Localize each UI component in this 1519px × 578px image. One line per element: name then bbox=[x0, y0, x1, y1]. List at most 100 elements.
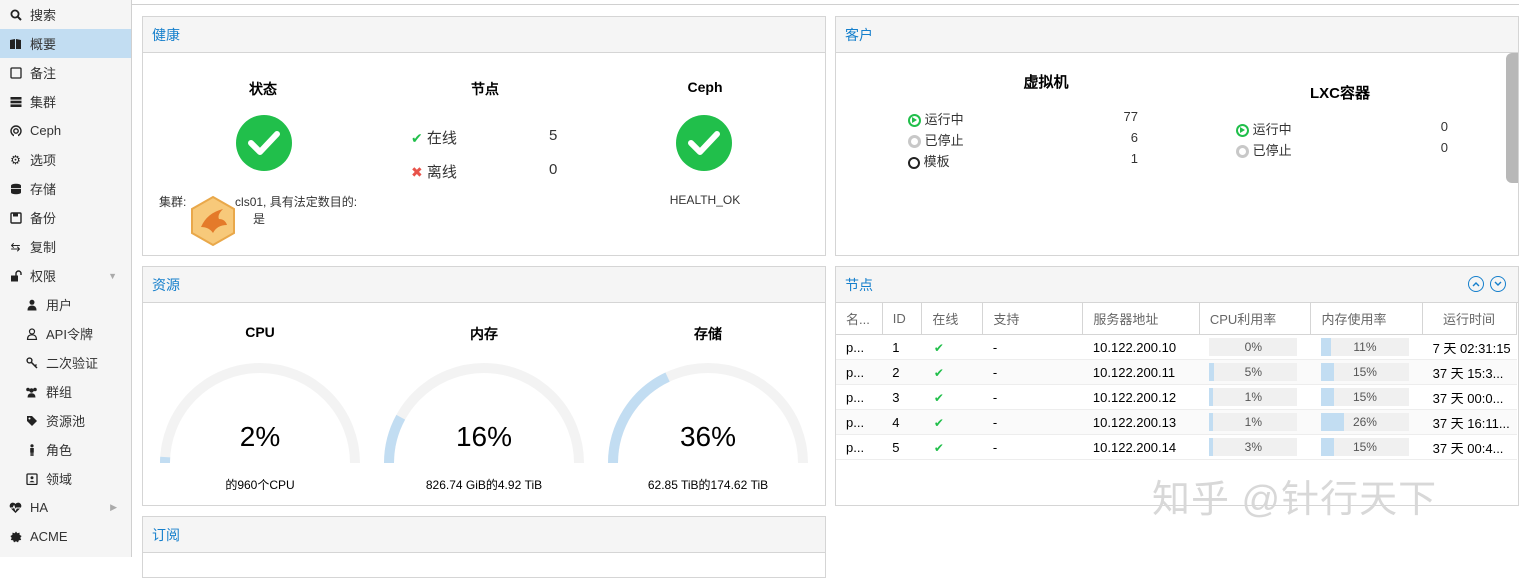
column-header[interactable]: 支持 bbox=[982, 303, 1084, 335]
online-cell: ✔ bbox=[921, 409, 983, 435]
tags-icon bbox=[25, 414, 38, 427]
ceph-heading: Ceph bbox=[687, 79, 723, 95]
cpu-usage-bar: 3% bbox=[1209, 438, 1298, 456]
column-header[interactable]: 服务器地址 bbox=[1082, 303, 1200, 335]
node-id: 5 bbox=[882, 434, 922, 460]
sidebar-item-users[interactable]: 用户 bbox=[0, 290, 131, 319]
server-icon bbox=[9, 95, 22, 108]
sidebar-item-label: 搜索 bbox=[30, 8, 57, 23]
collapse-arrow-icon[interactable]: ▼ bbox=[108, 271, 117, 281]
cpu-usage-cell: 1% bbox=[1199, 409, 1311, 435]
column-header[interactable]: 内存使用率 bbox=[1310, 303, 1424, 335]
note-icon bbox=[9, 66, 22, 79]
status-heading: 状态 bbox=[249, 81, 277, 97]
node-support: - bbox=[982, 384, 1083, 410]
node-uptime: 7 天 02:31:15 bbox=[1422, 334, 1517, 360]
sidebar-item-label: 群组 bbox=[46, 385, 73, 400]
sidebar-item-pools[interactable]: 资源池 bbox=[0, 406, 131, 435]
sidebar-item-ceph[interactable]: Ceph bbox=[0, 116, 131, 145]
cpu-usage-cell: 1% bbox=[1199, 384, 1311, 410]
mem-usage-text: 15% bbox=[1352, 390, 1377, 404]
top-divider bbox=[131, 4, 1519, 5]
column-header[interactable]: 运行时间 bbox=[1422, 303, 1517, 335]
sidebar-item-two-factor[interactable]: 二次验证 bbox=[0, 348, 131, 377]
sidebar-item-backup[interactable]: 备份 bbox=[0, 203, 131, 232]
stop-circle-icon bbox=[1236, 145, 1249, 159]
ceph-icon bbox=[9, 124, 22, 137]
cpu-detail: 的960个CPU bbox=[225, 478, 295, 492]
offline-count: 0 bbox=[549, 161, 558, 178]
ceph-status: HEALTH_OK bbox=[669, 193, 741, 207]
cpu-usage-text: 5% bbox=[1244, 365, 1262, 379]
cpu-percent: 2% bbox=[239, 421, 281, 452]
column-header[interactable]: CPU利用率 bbox=[1199, 303, 1312, 335]
memory-percent: 16% bbox=[455, 421, 513, 452]
sidebar-item-api-tokens[interactable]: API令牌 bbox=[0, 319, 131, 348]
node-address: 10.122.200.13 bbox=[1082, 409, 1200, 435]
memory-heading: 内存 bbox=[470, 326, 498, 342]
collapse-up-icon[interactable] bbox=[1468, 276, 1484, 292]
retweet-icon: ⇆ bbox=[10, 239, 21, 254]
sidebar-item-permissions[interactable]: 权限 ▼ bbox=[0, 261, 131, 290]
cluster-suffix: cls01, 具有法定数目的: bbox=[235, 195, 358, 209]
column-header[interactable]: 名... bbox=[836, 303, 883, 335]
guests-panel: 客户 虚拟机 运行中 77 已停止 6 模板 1 LXC容器 运行中 0 已停止… bbox=[835, 16, 1519, 256]
mem-usage-text: 15% bbox=[1352, 365, 1377, 379]
sidebar-item-storage[interactable]: 存储 bbox=[0, 174, 131, 203]
scroll-handle[interactable] bbox=[1506, 53, 1518, 183]
sidebar-item-acme[interactable]: ACME bbox=[0, 522, 131, 551]
node-id: 2 bbox=[882, 359, 922, 385]
sidebar-item-realms[interactable]: 领域 bbox=[0, 464, 131, 493]
sidebar-item-label: 概要 bbox=[30, 37, 57, 52]
node-id: 3 bbox=[882, 384, 922, 410]
mem-usage-cell: 15% bbox=[1310, 434, 1423, 460]
sidebar-item-label: HA bbox=[30, 500, 49, 515]
lxc-running-count: 0 bbox=[1440, 119, 1448, 134]
panel-title: 健康 bbox=[143, 17, 825, 53]
online-label: 在线 bbox=[426, 130, 457, 147]
sidebar-item-groups[interactable]: 群组 bbox=[0, 377, 131, 406]
address-book-icon bbox=[25, 472, 38, 485]
nodes-heading: 节点 bbox=[471, 81, 499, 97]
play-circle-icon bbox=[908, 114, 921, 128]
table-row[interactable]: p... 1 ✔ -10.122.200.10 0% 11% 7 天 02:31:15 bbox=[836, 334, 1517, 360]
sidebar-item-replication[interactable]: ⇆ 复制 bbox=[0, 232, 131, 261]
check-icon: ✔ bbox=[411, 130, 423, 146]
sidebar-item-summary[interactable]: 概要 bbox=[0, 29, 131, 58]
heartbeat-icon bbox=[9, 501, 22, 514]
sidebar-item-ha[interactable]: HA ▶ bbox=[0, 493, 131, 522]
mem-usage-bar: 26% bbox=[1320, 413, 1409, 431]
sidebar-item-label: 角色 bbox=[46, 443, 73, 458]
table-row[interactable]: p... 5 ✔ -10.122.200.14 3% 15% 37 天 00:4... bbox=[836, 434, 1517, 460]
table-row[interactable]: p... 4 ✔ -10.122.200.13 1% 26% 37 天 16:11... bbox=[836, 409, 1517, 435]
node-name: p... bbox=[836, 384, 883, 410]
mem-usage-bar: 15% bbox=[1320, 363, 1409, 381]
column-header[interactable]: ID bbox=[882, 303, 923, 335]
column-header[interactable]: 在线 bbox=[921, 303, 984, 335]
memory-detail: 826.74 GiB的4.92 TiB bbox=[425, 478, 543, 492]
node-address: 10.122.200.14 bbox=[1082, 434, 1200, 460]
mem-usage-text: 11% bbox=[1353, 340, 1377, 354]
user-icon bbox=[25, 298, 38, 311]
sidebar-item-roles[interactable]: 角色 bbox=[0, 435, 131, 464]
table-row[interactable]: p... 2 ✔ -10.122.200.11 5% 15% 37 天 15:3... bbox=[836, 359, 1517, 385]
node-support: - bbox=[982, 409, 1083, 435]
sidebar-item-notes[interactable]: 备注 bbox=[0, 58, 131, 87]
table-row[interactable]: p... 3 ✔ -10.122.200.12 1% 15% 37 天 00:0... bbox=[836, 384, 1517, 410]
search-icon bbox=[9, 8, 22, 21]
online-cell: ✔ bbox=[921, 434, 983, 460]
node-name: p... bbox=[836, 334, 883, 360]
sidebar-item-search[interactable]: 搜索 bbox=[0, 0, 131, 29]
collapse-down-icon[interactable] bbox=[1490, 276, 1506, 292]
panel-title: 资源 bbox=[143, 267, 825, 303]
sidebar-item-label: 备份 bbox=[30, 211, 57, 226]
sidebar-item-options[interactable]: ⚙ 选项 bbox=[0, 145, 131, 174]
cpu-usage-cell: 5% bbox=[1199, 359, 1311, 385]
expand-arrow-icon[interactable]: ▶ bbox=[110, 502, 117, 513]
cpu-usage-text: 3% bbox=[1244, 440, 1262, 454]
users-icon bbox=[25, 385, 38, 398]
node-address: 10.122.200.11 bbox=[1082, 359, 1200, 385]
storage-detail: 62.85 TiB的174.62 TiB bbox=[647, 478, 769, 492]
sidebar-item-cluster[interactable]: 集群 bbox=[0, 87, 131, 116]
mem-usage-bar: 15% bbox=[1320, 388, 1409, 406]
